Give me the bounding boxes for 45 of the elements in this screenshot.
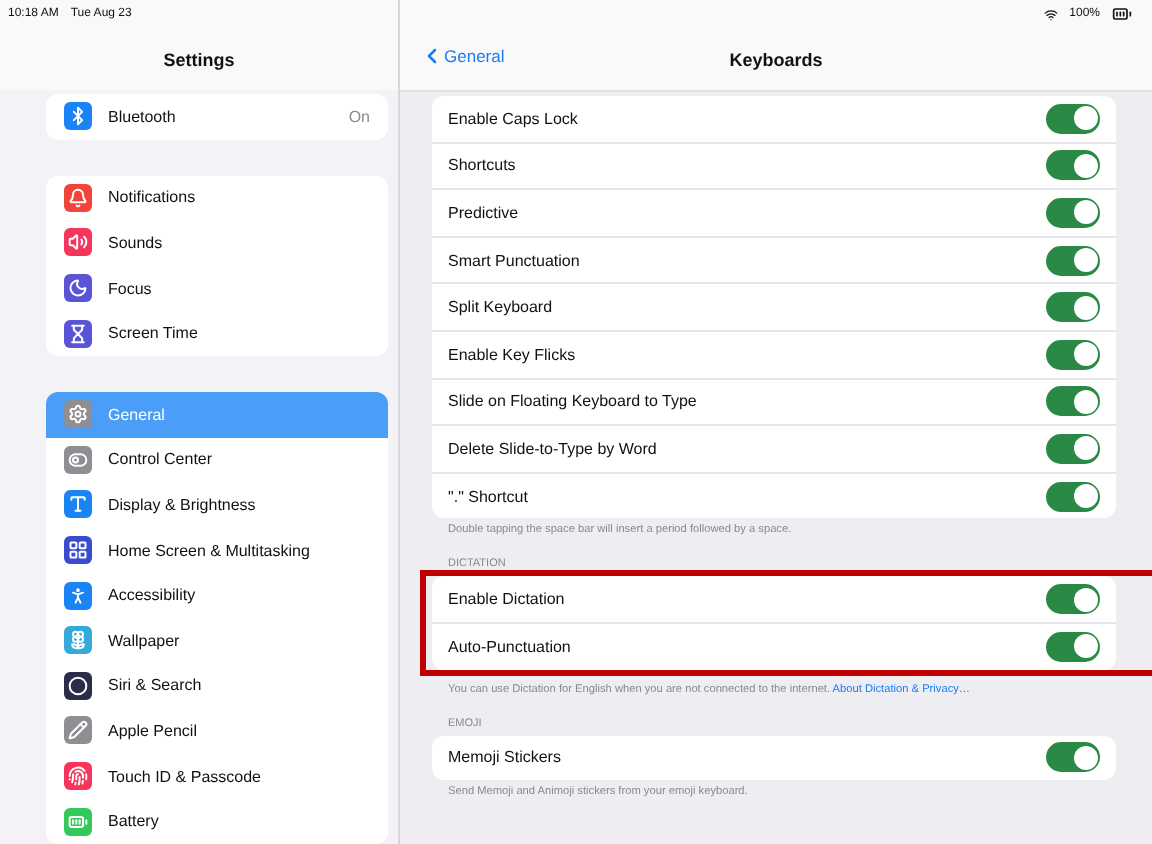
item-label: Home Screen & Multitasking [108, 541, 312, 560]
item-value: On [348, 107, 370, 126]
toggle-switch[interactable] [1046, 433, 1100, 464]
page-title: Keyboards [729, 49, 823, 69]
toggle-switch[interactable] [1046, 481, 1100, 512]
item-label: Display & Brightness [108, 495, 258, 514]
setting-label: Enable Key Flicks [448, 345, 578, 364]
toggle-switch[interactable] [1046, 150, 1100, 181]
item-label: Bluetooth [108, 107, 178, 126]
setting-label: Delete Slide-to-Type by Word [448, 439, 659, 458]
item-label: General [108, 405, 167, 424]
toggle-switch[interactable] [1046, 103, 1100, 134]
setting-label: Smart Punctuation [448, 251, 582, 270]
setting-label: Memoji Stickers [448, 748, 563, 767]
item-label: Siri & Search [108, 676, 204, 695]
battery-icon [1112, 4, 1132, 24]
setting-label: Enable Dictation [448, 590, 567, 609]
toggle-switch[interactable] [1046, 584, 1100, 615]
item-label: Control Center [108, 450, 215, 469]
toggle-switch[interactable] [1046, 339, 1100, 370]
item-label: Notifications [108, 188, 198, 207]
item-label: Wallpaper [108, 631, 182, 650]
setting-label: "." Shortcut [448, 487, 530, 506]
toggle-switch[interactable] [1046, 197, 1100, 228]
item-label: Sounds [108, 233, 165, 252]
item-label: Touch ID & Passcode [108, 767, 263, 786]
setting-label: Split Keyboard [448, 298, 555, 317]
toggle-switch[interactable] [1046, 292, 1100, 323]
item-label: Apple Pencil [108, 721, 199, 740]
item-label: Focus [108, 279, 154, 298]
toggle-switch[interactable] [1046, 245, 1100, 276]
item-label: Battery [108, 812, 161, 831]
item-label: Accessibility [108, 586, 198, 605]
setting-label: Auto-Punctuation [448, 637, 573, 656]
wifi-icon [1043, 7, 1058, 21]
setting-label: Predictive [448, 203, 521, 222]
toggle-switch[interactable] [1046, 742, 1100, 773]
setting-label: Shortcuts [448, 156, 518, 175]
setting-label: Slide on Floating Keyboard to Type [448, 392, 699, 411]
back-link[interactable]: General [420, 44, 505, 68]
toggle-switch[interactable] [1046, 386, 1100, 417]
item-label: Screen Time [108, 324, 200, 343]
sidebar-title: Settings [163, 49, 235, 69]
toggle-switch[interactable] [1046, 631, 1100, 662]
setting-label: Enable Caps Lock [448, 109, 580, 128]
